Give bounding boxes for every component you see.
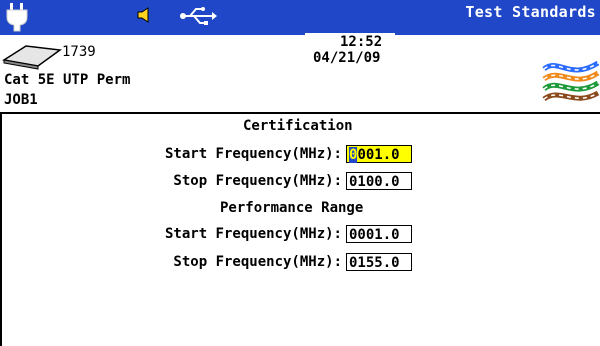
header-divider [0, 112, 600, 114]
twisted-pair-cable-icon [542, 60, 600, 102]
power-plug-icon [6, 3, 28, 32]
perf-stop-frequency-label: Stop Frequency(MHz): [173, 254, 342, 270]
cert-start-frequency-value: 001.0 [357, 147, 400, 163]
speaker-icon[interactable] [136, 7, 152, 23]
performance-range-heading: Performance Range [220, 200, 364, 216]
cable-type: Cat 5E UTP Perm [4, 72, 131, 88]
cert-start-frequency-field[interactable]: 0001.0 [346, 145, 412, 163]
clock-date: 04/21/09 [313, 50, 381, 66]
screen-title: Test Standards [465, 3, 596, 21]
perf-stop-frequency-field[interactable]: 0155.0 [346, 253, 412, 271]
certification-heading: Certification [243, 118, 353, 134]
memory-card-icon [2, 45, 62, 70]
cert-stop-frequency-label: Stop Frequency(MHz): [173, 173, 342, 189]
perf-start-frequency-field[interactable]: 0001.0 [346, 225, 412, 243]
content-left-border [0, 112, 2, 346]
cert-stop-frequency-field[interactable]: 0100.0 [346, 172, 412, 190]
memory-count: 1739 [62, 44, 96, 60]
cert-start-frequency-label: Start Frequency(MHz): [164, 146, 342, 162]
clock-time: 12:52 [340, 34, 383, 50]
job-id: JOB1 [4, 92, 38, 108]
usb-icon [180, 7, 217, 25]
perf-start-frequency-label: Start Frequency(MHz): [164, 226, 342, 242]
